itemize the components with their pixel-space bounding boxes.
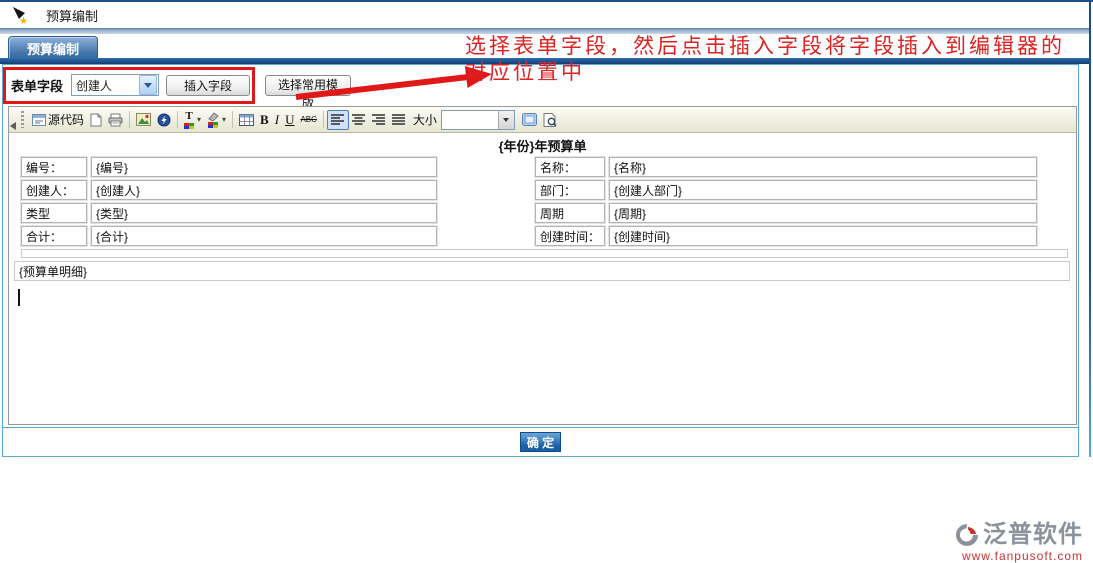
flash-icon	[157, 113, 171, 127]
print-icon	[108, 113, 123, 127]
insert-table-button[interactable]	[236, 109, 257, 131]
align-justify-button[interactable]	[389, 111, 409, 129]
field-label: 创建人：	[21, 180, 87, 200]
toolbar-grip-icon	[21, 111, 24, 128]
budget-detail-placeholder[interactable]: {预算单明细}	[14, 261, 1070, 281]
field-label: 创建时间：	[535, 226, 605, 246]
font-size-value	[442, 111, 498, 129]
source-code-icon	[32, 114, 46, 126]
field-value[interactable]: {编号}	[91, 157, 437, 177]
align-left-button[interactable]	[327, 110, 349, 130]
text-color-button[interactable]: T ▾	[181, 109, 204, 131]
chevron-down-icon[interactable]	[498, 111, 514, 129]
source-code-button[interactable]: 源代码	[29, 109, 87, 131]
insert-image-button[interactable]	[133, 109, 154, 131]
align-right-button[interactable]	[369, 111, 389, 129]
form-field-dropdown-value: 创建人	[72, 77, 138, 94]
new-page-button[interactable]	[87, 109, 105, 131]
svg-text:★: ★	[19, 16, 28, 25]
footer-bar: 确 定	[3, 427, 1078, 456]
preview-button[interactable]	[540, 109, 560, 131]
pen-wand-icon: ★	[10, 5, 30, 25]
field-label: 名称：	[535, 157, 605, 177]
main-panel: 表单字段 创建人 插入字段 选择常用模版 源代码	[2, 64, 1079, 457]
table-row: 合计： {合计} 创建时间： {创建时间}	[21, 226, 1068, 246]
field-value[interactable]: {类型}	[91, 203, 437, 223]
image-icon	[136, 113, 151, 126]
field-value[interactable]: {周期}	[609, 203, 1037, 223]
field-value[interactable]: {合计}	[91, 226, 437, 246]
form-field-bar: 表单字段 创建人 插入字段 选择常用模版	[3, 65, 1078, 105]
insert-flash-button[interactable]	[154, 109, 174, 131]
page-header: ★ 预算编制	[0, 2, 1080, 28]
text-color-icon: T	[184, 111, 194, 129]
underline-button[interactable]: U	[282, 109, 297, 131]
field-label: 周期	[535, 203, 605, 223]
align-justify-icon	[392, 114, 406, 125]
text-cursor	[18, 289, 20, 306]
align-center-icon	[352, 114, 366, 125]
maximize-icon	[522, 113, 537, 126]
fanpu-logo-icon	[954, 522, 980, 548]
toolbar-separator	[323, 111, 324, 128]
align-center-button[interactable]	[349, 111, 369, 129]
choose-template-button[interactable]: 选择常用模版	[265, 75, 351, 96]
window-right-border	[1089, 0, 1091, 457]
align-right-icon	[372, 114, 386, 125]
table-row: 创建人： {创建人} 部门： {创建人部门}	[21, 180, 1068, 200]
toolbar-collapse-icon[interactable]	[10, 122, 16, 130]
editor-canvas[interactable]: {年份}年预算单 编号： {编号} 名称： {名称} 创建人： {创建人} 部门…	[9, 133, 1076, 424]
page-title: 预算编制	[46, 6, 98, 25]
background-color-button[interactable]: ▾	[204, 109, 229, 131]
background-color-icon	[207, 112, 219, 128]
toolbar-separator	[129, 111, 130, 128]
field-label: 类型	[21, 203, 87, 223]
form-field-dropdown[interactable]: 创建人	[71, 74, 159, 96]
new-page-icon	[90, 113, 102, 127]
font-size-label: 大小	[413, 111, 437, 128]
field-value[interactable]: {名称}	[609, 157, 1037, 177]
table-icon	[239, 114, 254, 126]
preview-icon	[543, 113, 557, 127]
chevron-down-icon: ▾	[222, 115, 226, 124]
table-row: 类型 {类型} 周期 {周期}	[21, 203, 1068, 223]
field-label: 合计：	[21, 226, 87, 246]
source-code-label: 源代码	[48, 111, 84, 128]
insert-field-button[interactable]: 插入字段	[166, 75, 250, 96]
form-field-label: 表单字段	[11, 76, 63, 95]
confirm-button[interactable]: 确 定	[520, 432, 561, 452]
rich-text-editor: 源代码	[8, 106, 1077, 425]
chevron-down-icon: ▾	[197, 115, 201, 124]
toolbar-separator	[232, 111, 233, 128]
font-size-dropdown[interactable]	[441, 110, 515, 130]
strikethrough-button[interactable]: ABC	[297, 109, 319, 131]
field-label: 部门：	[535, 180, 605, 200]
field-value[interactable]: {创建人部门}	[609, 180, 1037, 200]
vendor-url[interactable]: www.fanpusoft.com	[954, 549, 1083, 563]
table-row: 编号： {编号} 名称： {名称}	[21, 157, 1068, 177]
editor-toolbar: 源代码	[9, 107, 1076, 133]
field-label: 编号：	[21, 157, 87, 177]
field-value[interactable]: {创建时间}	[609, 226, 1037, 246]
bold-button[interactable]: B	[257, 109, 272, 131]
tab-budget-editing[interactable]: 预算编制	[8, 36, 98, 59]
maximize-button[interactable]	[519, 109, 540, 131]
empty-table-row	[21, 249, 1068, 258]
print-button[interactable]	[105, 109, 126, 131]
document-title: {年份}年预算单	[9, 133, 1076, 157]
italic-button[interactable]: I	[272, 109, 282, 131]
vendor-branding: 泛普软件 www.fanpusoft.com	[954, 522, 1083, 563]
toolbar-separator	[177, 111, 178, 128]
tab-strip: 预算编制	[0, 34, 1089, 58]
align-left-icon	[331, 114, 345, 125]
field-value[interactable]: {创建人}	[91, 180, 437, 200]
vendor-name: 泛普软件	[983, 523, 1083, 547]
chevron-down-icon[interactable]	[139, 75, 157, 95]
